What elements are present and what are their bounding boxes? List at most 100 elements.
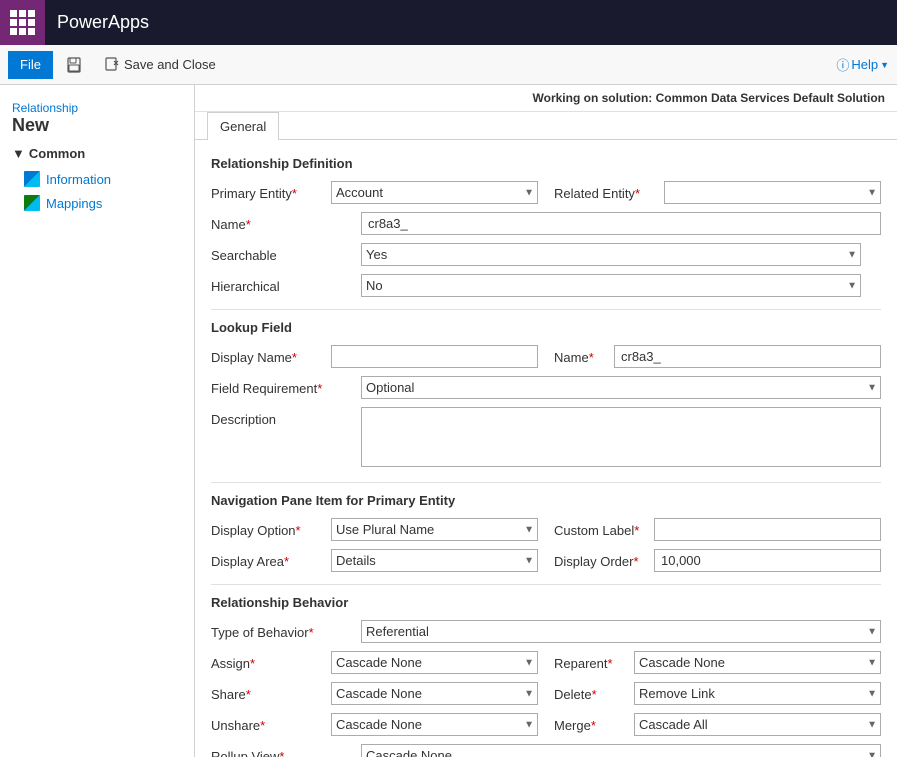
sidebar-header: Relationship New [0,93,194,140]
name-required: * [246,217,251,232]
row-primary-related-entity: Primary Entity* Account ▼ Related Entity… [211,181,881,204]
row-lookup-display-name: Display Name* Name* [211,345,881,368]
content-area: Working on solution: Common Data Service… [195,85,897,757]
field-requirement-select[interactable]: Optional Required Recommended [361,376,881,399]
merge-label: Merge* [554,713,634,733]
merge-group: Merge* Cascade AllCascade None ▼ [554,713,881,736]
row-field-requirement: Field Requirement* Optional Required Rec… [211,376,881,399]
sidebar: Relationship New ▼ Common Information Ma… [0,85,195,757]
custom-label-required: * [634,523,639,538]
delete-wrapper: Remove LinkRestrictCascade All ▼ [634,682,881,705]
related-entity-select[interactable] [664,181,881,204]
display-order-input[interactable] [654,549,881,572]
custom-label-input[interactable] [654,518,881,541]
delete-group: Delete* Remove LinkRestrictCascade All ▼ [554,682,881,705]
related-entity-required: * [635,186,640,201]
unshare-required: * [260,718,265,733]
hierarchical-select[interactable]: No Yes [361,274,861,297]
waffle-button[interactable] [0,0,45,45]
delete-required: * [592,687,597,702]
merge-select[interactable]: Cascade AllCascade None [634,713,881,736]
delete-select[interactable]: Remove LinkRestrictCascade All [634,682,881,705]
type-of-behavior-required: * [309,625,314,640]
section-lookup-field: Lookup Field [211,320,881,335]
assign-wrapper: Cascade NoneCascade AllCascade Active ▼ [331,651,538,674]
field-requirement-label: Field Requirement* [211,376,361,396]
name-control [361,212,881,235]
help-button[interactable]: ⓘ Help ▼ [836,55,889,74]
reparent-label: Reparent* [554,651,634,671]
display-option-label: Display Option* [211,518,331,538]
tab-general[interactable]: General [207,112,279,140]
name-input[interactable] [361,212,881,235]
reparent-wrapper: Cascade NoneCascade All ▼ [634,651,881,674]
hierarchical-label: Hierarchical [211,274,361,294]
lookup-name-group: Name* [554,345,881,368]
lookup-display-name-label: Display Name* [211,345,331,365]
row-type-of-behavior: Type of Behavior* Referential Parental C… [211,620,881,643]
row-name: Name* [211,212,881,235]
type-of-behavior-label: Type of Behavior* [211,620,361,640]
unshare-wrapper: Cascade NoneCascade All ▼ [331,713,538,736]
primary-entity-select[interactable]: Account [331,181,538,204]
display-option-select[interactable]: Use Plural Name Use Custom Label Do Not … [331,518,538,541]
share-select[interactable]: Cascade NoneCascade All [331,682,538,705]
sidebar-breadcrumb: Relationship [12,101,182,115]
reparent-select[interactable]: Cascade NoneCascade All [634,651,881,674]
information-icon [24,171,40,187]
assign-required: * [250,656,255,671]
save-close-button[interactable]: Save and Close [95,51,225,79]
unshare-select[interactable]: Cascade NoneCascade All [331,713,538,736]
commandbar-left: File Save and Close [8,51,225,79]
save-close-label: Save and Close [124,57,216,72]
share-required: * [246,687,251,702]
sidebar-title: New [12,115,182,136]
unshare-label: Unshare* [211,713,331,733]
row-hierarchical: Hierarchical No Yes ▼ [211,274,881,297]
field-req-required: * [317,381,322,396]
merge-required: * [591,718,596,733]
sidebar-section-common: ▼ Common [0,140,194,167]
display-area-wrapper: Details Sales Service Marketing ▼ [331,549,538,572]
related-entity-group: Related Entity* ▼ [554,181,881,204]
save-icon [66,57,82,73]
divider-3 [211,584,881,585]
topbar: PowerApps [0,0,897,45]
sidebar-item-information-label: Information [46,172,111,187]
share-wrapper: Cascade NoneCascade All ▼ [331,682,538,705]
sidebar-item-mappings-label: Mappings [46,196,102,211]
display-option-wrapper: Use Plural Name Use Custom Label Do Not … [331,518,538,541]
lookup-display-name-group: Display Name* [211,345,538,368]
description-textarea[interactable] [361,407,881,467]
lookup-name-required: * [589,350,594,365]
primary-entity-group: Primary Entity* Account ▼ [211,181,538,204]
row-searchable: Searchable Yes No ▼ [211,243,881,266]
searchable-select[interactable]: Yes No [361,243,861,266]
save-icon-button[interactable] [57,51,91,79]
section-triangle-icon: ▼ [12,146,25,161]
row-rollup-view: Rollup View* Cascade NoneCascade All ▼ [211,744,881,757]
display-area-group: Display Area* Details Sales Service Mark… [211,549,538,572]
lookup-name-input[interactable] [614,345,881,368]
type-of-behavior-select[interactable]: Referential Parental Custom [361,620,881,643]
tab-bar: General [195,112,897,140]
rollup-view-select[interactable]: Cascade NoneCascade All [361,744,881,757]
main-area: Relationship New ▼ Common Information Ma… [0,85,897,757]
lookup-display-name-input[interactable] [331,345,538,368]
help-dropdown-icon: ▼ [880,60,889,70]
sidebar-item-mappings[interactable]: Mappings [0,191,194,215]
app-title: PowerApps [45,12,149,33]
sidebar-item-information[interactable]: Information [0,167,194,191]
assign-select[interactable]: Cascade NoneCascade AllCascade Active [331,651,538,674]
file-button[interactable]: File [8,51,53,79]
lookup-name-label: Name* [554,345,614,365]
form-body: Relationship Definition Primary Entity* … [195,140,897,757]
delete-label: Delete* [554,682,634,702]
name-label: Name* [211,212,361,232]
merge-wrapper: Cascade AllCascade None ▼ [634,713,881,736]
description-label: Description [211,407,361,427]
row-share-delete: Share* Cascade NoneCascade All ▼ Delete* [211,682,881,705]
display-area-select[interactable]: Details Sales Service Marketing [331,549,538,572]
display-order-group: Display Order* [554,549,881,572]
custom-label-group: Custom Label* [554,518,881,541]
